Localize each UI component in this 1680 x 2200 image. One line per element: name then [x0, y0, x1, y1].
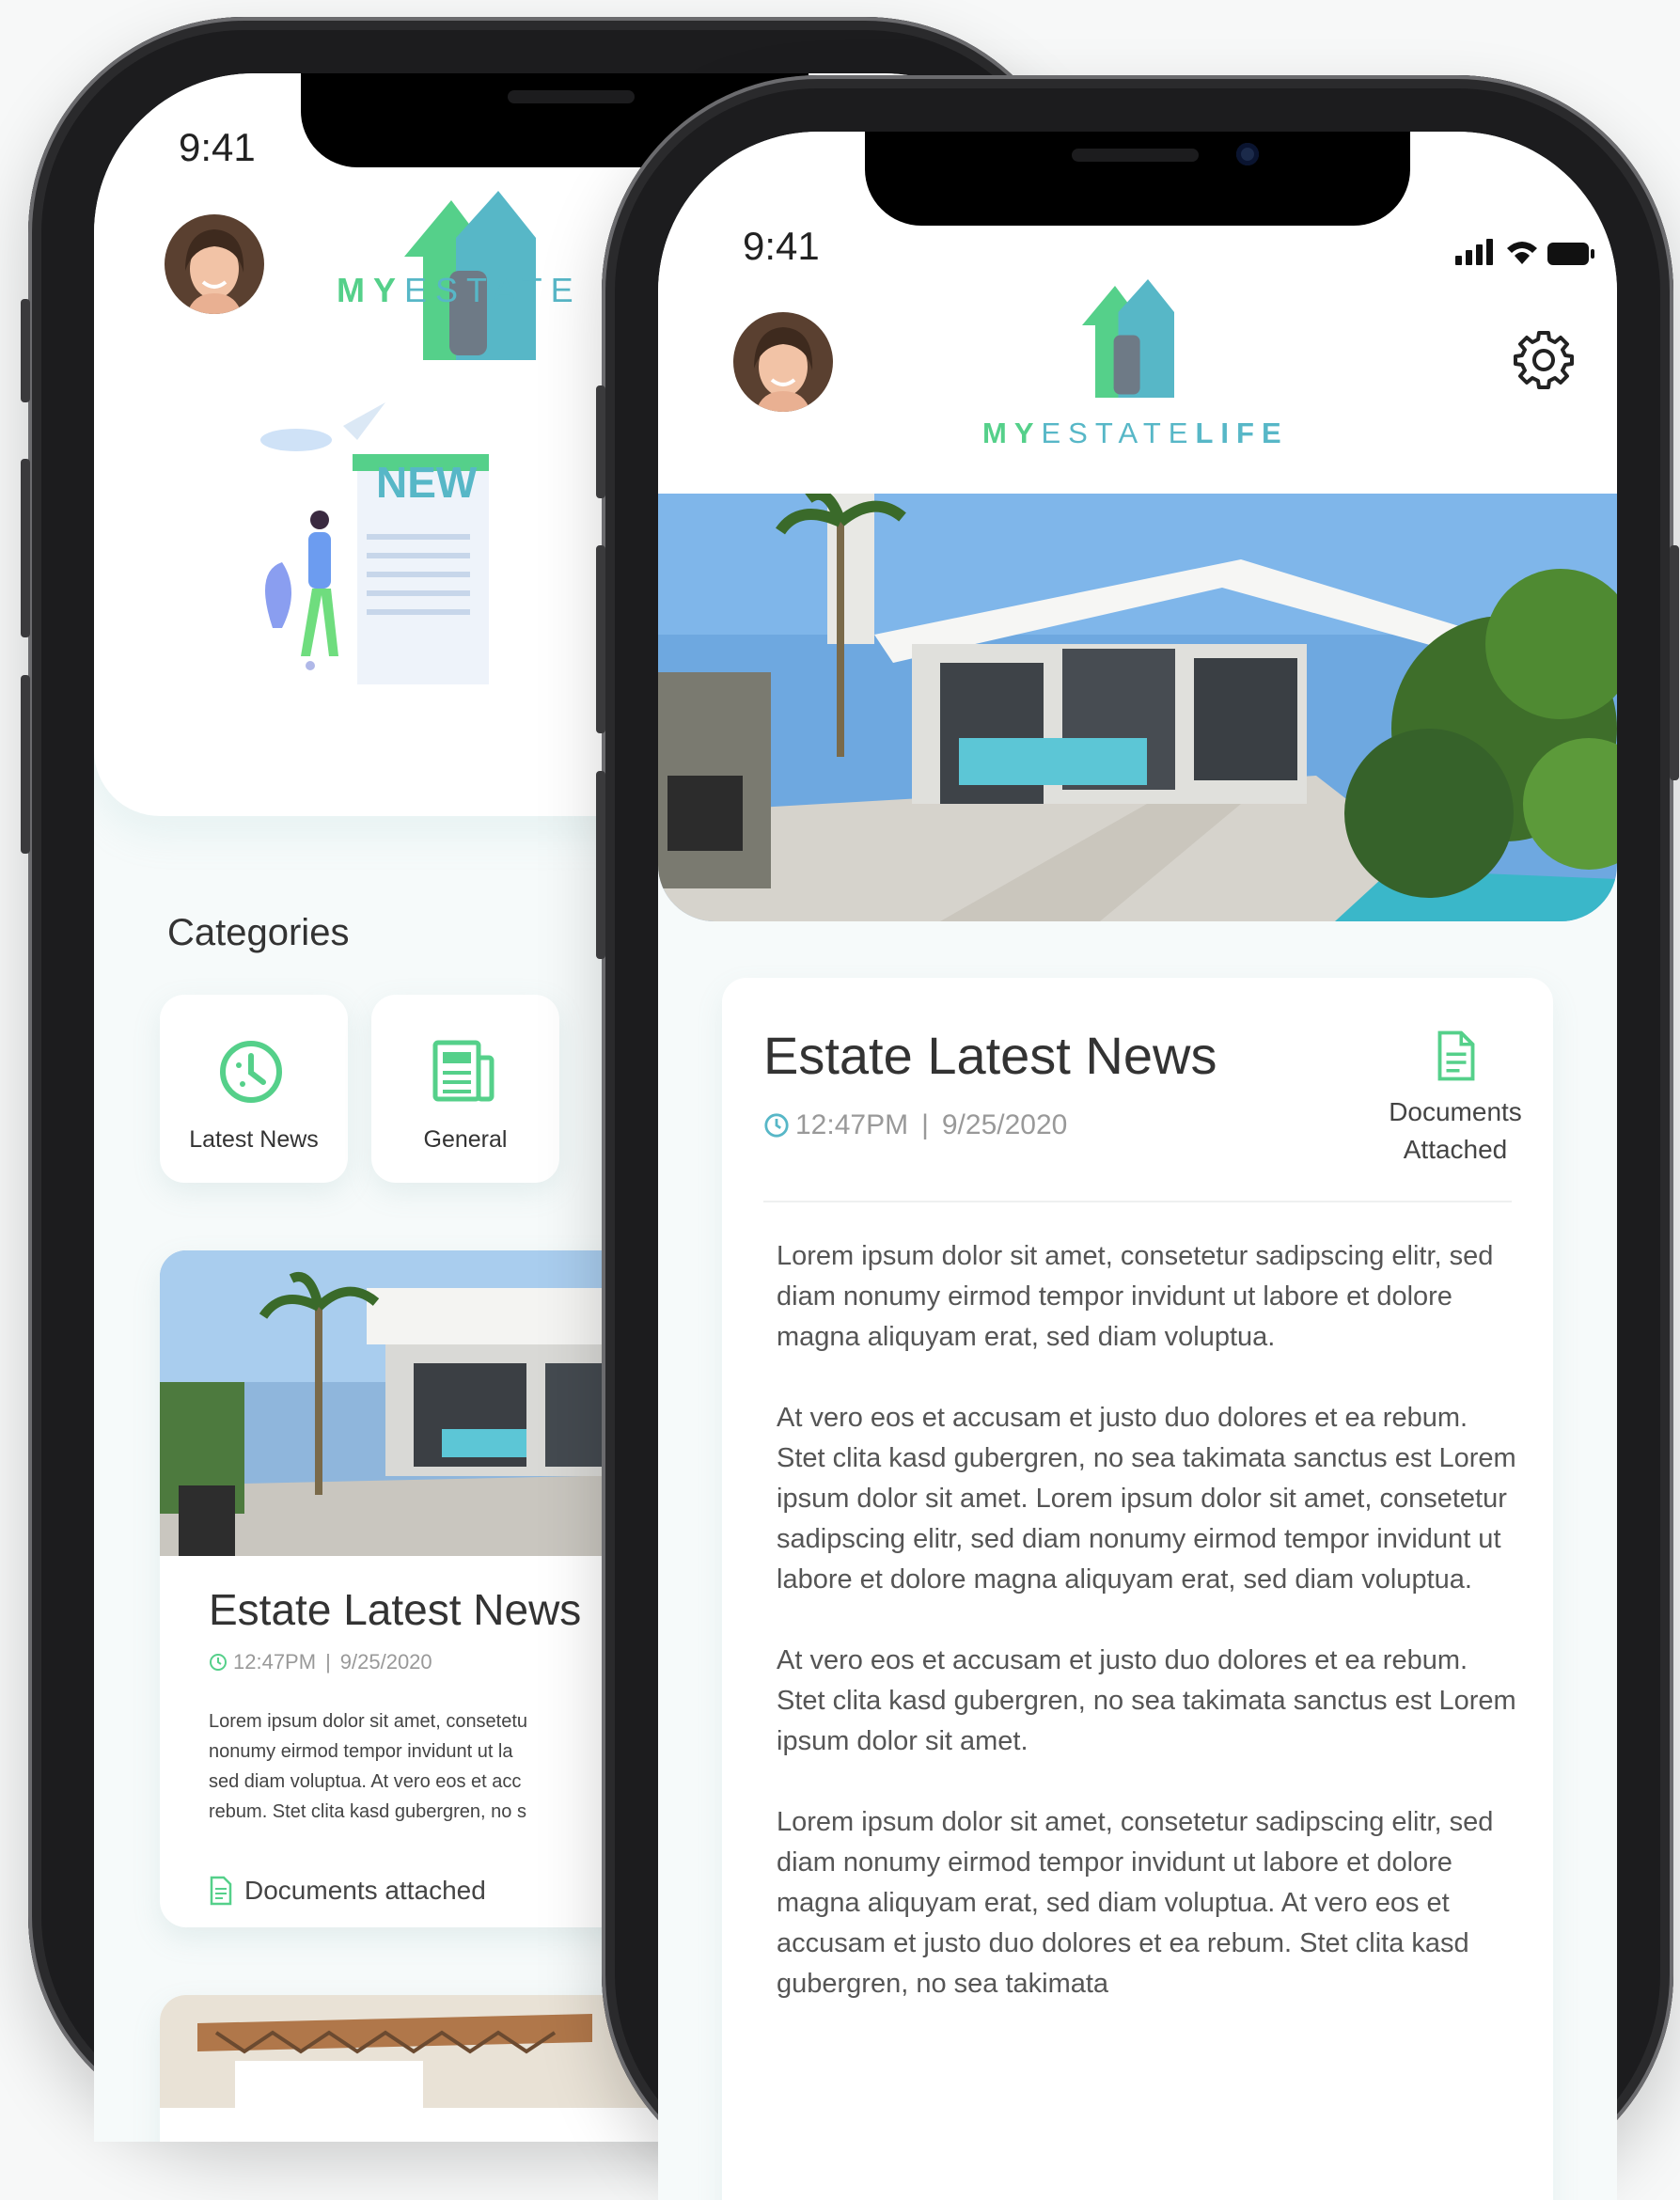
news-card-time: 12:47PM — [233, 1650, 317, 1674]
document-icon — [210, 1876, 232, 1906]
status-time: 9:41 — [743, 224, 820, 268]
logo-icon — [1082, 279, 1174, 398]
article-body: Lorem ipsum dolor sit amet, consetetur s… — [777, 1236, 1519, 2045]
illustration-text: NEW — [376, 458, 478, 507]
status-icons — [1455, 239, 1594, 265]
article-time: 12:47PM — [795, 1109, 909, 1140]
newspaper-icon — [432, 1040, 495, 1102]
article-card: Estate Latest News 12:47PM | 9/25/2020 D… — [722, 978, 1553, 2200]
news-illustration — [260, 402, 489, 684]
article-title: Estate Latest News — [763, 1026, 1217, 1085]
news-card-meta: 12:47PM | 9/25/2020 — [209, 1650, 432, 1674]
wifi-icon — [1507, 242, 1537, 264]
category-general[interactable]: General — [371, 995, 559, 1183]
clock-icon — [210, 1654, 227, 1671]
documents-label: Documents Attached — [1389, 1097, 1522, 1164]
category-label: General — [423, 1126, 508, 1153]
status-time: 9:41 — [179, 125, 256, 169]
brand-wordmark: MYESTATE — [337, 271, 582, 309]
avatar[interactable] — [165, 214, 264, 314]
document-icon — [1437, 1030, 1475, 1081]
clock-icon — [764, 1113, 789, 1138]
article-detail-screen: 9:41 MYESTATELIFE Estate Latest News 12:… — [658, 132, 1617, 2200]
divider — [763, 1201, 1512, 1202]
notch — [865, 132, 1410, 226]
news-card-title: Estate Latest News — [209, 1585, 582, 1634]
volume-down-button — [596, 771, 605, 959]
article-date: 9/25/2020 — [941, 1109, 1068, 1140]
article-paragraph: Lorem ipsum dolor sit amet, consetetur s… — [777, 1241, 1494, 1352]
news-card-excerpt: Lorem ipsum dolor sit amet, consetetu no… — [209, 1711, 528, 1822]
categories-title: Categories — [167, 912, 350, 953]
volume-up-button — [21, 459, 30, 637]
documents-attached-button[interactable]: Documents Attached — [1361, 1029, 1549, 1189]
clock-icon — [220, 1041, 282, 1103]
article-paragraph: At vero eos et accusam et justo duo dolo… — [777, 1403, 1516, 1595]
gear-icon[interactable] — [1514, 329, 1574, 389]
brand-wordmark: MYESTATELIFE — [982, 416, 1289, 449]
news-card-date: 9/25/2020 — [339, 1650, 432, 1674]
article-meta: 12:47PM | 9/25/2020 — [763, 1109, 1067, 1141]
category-latest-news[interactable]: Latest News — [160, 995, 348, 1183]
article-hero-image — [658, 494, 1617, 921]
avatar[interactable] — [733, 312, 833, 412]
power-button — [1670, 545, 1679, 780]
volume-up-button — [596, 545, 605, 733]
article-paragraph: Lorem ipsum dolor sit amet, consetetur s… — [777, 1807, 1494, 1999]
mute-switch — [596, 385, 605, 498]
volume-down-button — [21, 675, 30, 854]
battery-icon — [1547, 243, 1589, 265]
documents-attached[interactable]: Documents attached — [209, 1876, 486, 1906]
signal-icon — [1455, 256, 1462, 265]
front-phone-frame: 9:41 MYESTATELIFE Estate Latest News 12:… — [596, 75, 1679, 2200]
article-paragraph: At vero eos et accusam et justo duo dolo… — [777, 1645, 1516, 1756]
front-camera — [1236, 143, 1259, 165]
mute-switch — [21, 299, 30, 402]
category-label: Latest News — [189, 1126, 319, 1153]
